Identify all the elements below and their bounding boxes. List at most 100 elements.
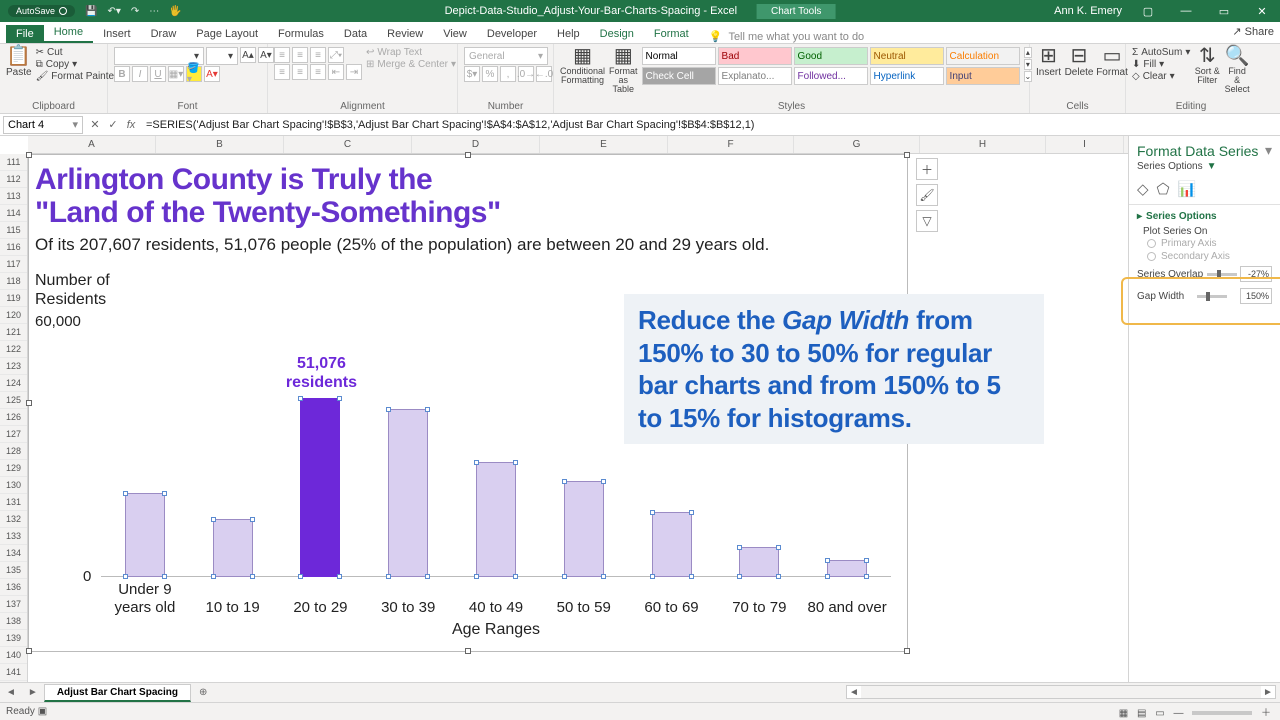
sheet-nav-next[interactable]: ► <box>22 687 44 698</box>
series-handle[interactable] <box>162 491 167 496</box>
tab-file[interactable]: File <box>6 25 44 43</box>
zoom-out-icon[interactable]: — <box>1173 708 1183 719</box>
indent-decrease-icon[interactable]: ⇤ <box>328 64 344 80</box>
bold-button[interactable]: B <box>114 66 130 82</box>
font-color-button[interactable]: A▾ <box>204 66 220 82</box>
chart-title[interactable]: Arlington County is Truly the "Land of t… <box>29 155 907 229</box>
ribbon-options-icon[interactable]: ▢ <box>1136 5 1160 18</box>
tab-review[interactable]: Review <box>377 25 433 43</box>
chart-handle[interactable] <box>26 152 32 158</box>
series-handle[interactable] <box>425 574 430 579</box>
row-header[interactable]: 124 <box>0 375 27 392</box>
align-middle-icon[interactable]: ≡ <box>292 47 308 63</box>
clear-button[interactable]: ◇ Clear ▾ <box>1132 71 1190 82</box>
row-header[interactable]: 132 <box>0 511 27 528</box>
normal-view-icon[interactable]: ▦ <box>1119 708 1128 719</box>
style-cell[interactable]: Calculation <box>946 47 1020 65</box>
formula-input[interactable]: =SERIES('Adjust Bar Chart Spacing'!$B$3,… <box>140 119 1280 131</box>
bar[interactable] <box>827 560 867 578</box>
col-header[interactable]: E <box>540 136 668 153</box>
effects-icon[interactable]: ⬠ <box>1157 180 1170 198</box>
page-break-view-icon[interactable]: ▭ <box>1155 708 1164 719</box>
tell-me-search[interactable]: 💡Tell me what you want to do <box>709 30 864 43</box>
row-header[interactable]: 125 <box>0 392 27 409</box>
series-options-icon[interactable]: 📊 <box>1178 180 1197 198</box>
pane-series-options-dd[interactable]: Series Options▼ <box>1129 161 1280 176</box>
row-header[interactable]: 111 <box>0 154 27 171</box>
series-handle[interactable] <box>689 574 694 579</box>
col-header[interactable]: D <box>412 136 540 153</box>
zoom-slider[interactable] <box>1192 711 1252 715</box>
series-handle[interactable] <box>386 574 391 579</box>
enter-formula-icon[interactable]: ✓ <box>104 118 122 131</box>
increase-font-icon[interactable]: A▴ <box>240 47 256 63</box>
italic-button[interactable]: I <box>132 66 148 82</box>
tab-format[interactable]: Format <box>644 25 699 43</box>
row-header[interactable]: 122 <box>0 341 27 358</box>
maximize-icon[interactable]: ▭ <box>1212 5 1236 18</box>
row-header[interactable]: 115 <box>0 222 27 239</box>
series-handle[interactable] <box>601 574 606 579</box>
col-header[interactable]: G <box>794 136 920 153</box>
chart-subtitle[interactable]: Of its 207,607 residents, 51,076 people … <box>29 229 907 255</box>
col-header[interactable]: C <box>284 136 412 153</box>
series-handle[interactable] <box>776 574 781 579</box>
align-right-icon[interactable]: ≡ <box>310 64 326 80</box>
col-header[interactable]: A <box>28 136 156 153</box>
chart-styles-button[interactable]: 🖌 <box>916 184 938 206</box>
sheet-nav-prev[interactable]: ◄ <box>0 687 22 698</box>
row-header[interactable]: 131 <box>0 494 27 511</box>
decrease-decimal-icon[interactable]: ←.0 <box>536 66 552 82</box>
row-header[interactable]: 134 <box>0 545 27 562</box>
chart-elements-button[interactable]: ＋ <box>916 158 938 180</box>
tab-home[interactable]: Home <box>44 23 93 43</box>
series-handle[interactable] <box>737 545 742 550</box>
series-handle[interactable] <box>123 491 128 496</box>
page-layout-view-icon[interactable]: ▤ <box>1137 708 1146 719</box>
style-cell[interactable]: Bad <box>718 47 792 65</box>
secondary-axis-radio[interactable]: Secondary Axis <box>1137 250 1272 263</box>
series-handle[interactable] <box>250 517 255 522</box>
merge-center-button[interactable]: ⊞ Merge & Center ▾ <box>366 59 456 70</box>
underline-button[interactable]: U <box>150 66 166 82</box>
chart-filters-button[interactable]: ▽ <box>916 210 938 232</box>
row-header[interactable]: 138 <box>0 613 27 630</box>
close-icon[interactable]: ✕ <box>1250 5 1274 18</box>
bar[interactable] <box>564 481 604 577</box>
series-handle[interactable] <box>825 558 830 563</box>
chart-handle[interactable] <box>465 152 471 158</box>
tab-view[interactable]: View <box>433 25 477 43</box>
fill-button[interactable]: ⬇ Fill ▾ <box>1132 59 1190 70</box>
format-as-table-button[interactable]: ▦Format as Table <box>609 47 638 94</box>
style-cell[interactable]: Hyperlink <box>870 67 944 85</box>
tab-formulas[interactable]: Formulas <box>268 25 334 43</box>
orientation-icon[interactable]: ⤢▾ <box>328 47 344 63</box>
series-handle[interactable] <box>474 460 479 465</box>
series-handle[interactable] <box>776 545 781 550</box>
indent-increase-icon[interactable]: ⇥ <box>346 64 362 80</box>
align-top-icon[interactable]: ≡ <box>274 47 290 63</box>
series-overlap-input[interactable]: -27% <box>1240 266 1272 282</box>
autosave-toggle[interactable]: AutoSave <box>8 5 75 17</box>
series-handle[interactable] <box>298 396 303 401</box>
format-cells-button[interactable]: ▭Format <box>1097 47 1127 78</box>
row-header[interactable]: 130 <box>0 477 27 494</box>
col-header[interactable]: I <box>1046 136 1124 153</box>
find-select-button[interactable]: 🔍Find & Select <box>1224 47 1250 94</box>
macro-record-icon[interactable]: ▣ <box>38 706 47 717</box>
cell-styles-gallery[interactable]: NormalBadGoodNeutralCalculationCheck Cel… <box>642 47 1020 85</box>
series-handle[interactable] <box>123 574 128 579</box>
style-cell[interactable]: Check Cell <box>642 67 716 85</box>
series-handle[interactable] <box>825 574 830 579</box>
bar[interactable] <box>388 409 428 577</box>
style-cell[interactable]: Explanato... <box>718 67 792 85</box>
tab-data[interactable]: Data <box>334 25 377 43</box>
series-handle[interactable] <box>337 396 342 401</box>
gap-width-slider[interactable] <box>1197 295 1227 298</box>
series-handle[interactable] <box>162 574 167 579</box>
col-header[interactable]: H <box>920 136 1046 153</box>
user-name[interactable]: Ann K. Emery <box>1054 5 1122 17</box>
series-handle[interactable] <box>298 574 303 579</box>
row-header[interactable]: 118 <box>0 273 27 290</box>
tab-insert[interactable]: Insert <box>93 25 141 43</box>
